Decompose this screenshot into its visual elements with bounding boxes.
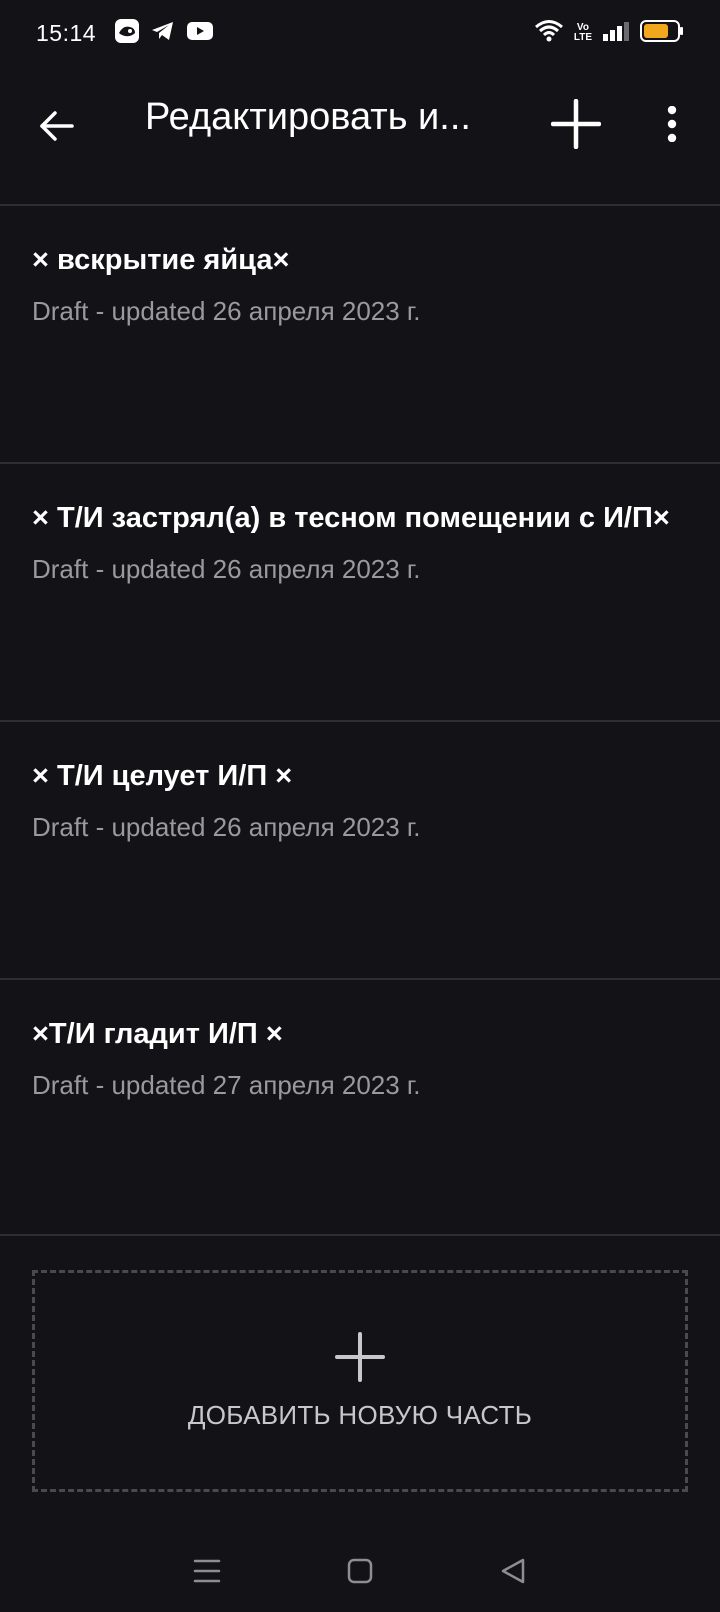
part-title: × Т/И застрял(а) в тесном помещении с И/… bbox=[32, 502, 670, 534]
add-new-part-label: ДОБАВИТЬ НОВУЮ ЧАСТЬ bbox=[187, 1399, 533, 1430]
back-button[interactable] bbox=[32, 102, 80, 150]
plus-icon bbox=[551, 99, 601, 149]
part-item[interactable]: ×Т/И гладит И/П × Draft - updated 27 апр… bbox=[0, 978, 720, 1236]
part-title: × Т/И целует И/П × bbox=[32, 760, 293, 792]
more-options-button[interactable] bbox=[648, 98, 696, 150]
app-bar: Редактировать и... bbox=[0, 66, 720, 204]
more-vertical-icon bbox=[667, 106, 677, 142]
part-status: Draft - updated 26 апреля 2023 г. bbox=[32, 296, 421, 326]
recents-button[interactable] bbox=[187, 1551, 227, 1591]
game-app-icon bbox=[114, 18, 140, 49]
home-button[interactable] bbox=[340, 1551, 380, 1591]
volte-bottom-label: LTE bbox=[573, 32, 592, 43]
back-nav-button[interactable] bbox=[493, 1551, 533, 1591]
add-part-button[interactable] bbox=[548, 96, 604, 152]
part-item[interactable]: × Т/И застрял(а) в тесном помещении с И/… bbox=[0, 462, 720, 720]
battery-icon bbox=[640, 19, 684, 48]
system-nav-bar bbox=[0, 1530, 720, 1612]
plus-icon bbox=[335, 1331, 385, 1382]
screen: 15:14 Vo LTE Редактировать и... × вскрыт… bbox=[0, 0, 720, 1612]
status-app-icons bbox=[114, 18, 214, 49]
triangle-back-icon bbox=[502, 1558, 525, 1584]
volte-indicator: Vo LTE bbox=[574, 23, 592, 43]
part-status: Draft - updated 26 апреля 2023 г. bbox=[32, 812, 421, 842]
status-time: 15:14 bbox=[36, 19, 97, 46]
status-indicators: Vo LTE bbox=[534, 19, 684, 48]
youtube-icon bbox=[186, 20, 214, 47]
part-title: ×Т/И гладит И/П × bbox=[32, 1018, 283, 1050]
wifi-icon bbox=[534, 19, 564, 48]
arrow-left-icon bbox=[40, 111, 74, 141]
part-item[interactable]: × вскрытие яйца× Draft - updated 26 апре… bbox=[0, 204, 720, 462]
parts-list: × вскрытие яйца× Draft - updated 26 апре… bbox=[0, 204, 720, 1236]
part-status: Draft - updated 26 апреля 2023 г. bbox=[32, 554, 421, 584]
menu-icon bbox=[193, 1559, 220, 1583]
status-bar: 15:14 Vo LTE bbox=[0, 0, 720, 66]
add-new-part-button[interactable]: ДОБАВИТЬ НОВУЮ ЧАСТЬ bbox=[32, 1270, 688, 1492]
part-item[interactable]: × Т/И целует И/П × Draft - updated 26 ап… bbox=[0, 720, 720, 978]
telegram-icon bbox=[150, 19, 176, 48]
part-status: Draft - updated 27 апреля 2023 г. bbox=[32, 1070, 421, 1100]
home-square-icon bbox=[347, 1558, 373, 1584]
page-title: Редактировать и... bbox=[145, 96, 471, 138]
signal-icon bbox=[602, 20, 630, 47]
part-title: × вскрытие яйца× bbox=[32, 244, 290, 276]
